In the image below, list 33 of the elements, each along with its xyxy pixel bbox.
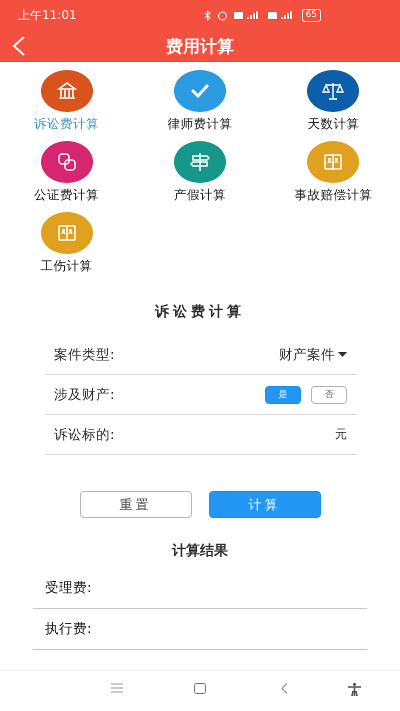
calculator-item[interactable]: 律师费计算 [133, 70, 267, 133]
result-label: 受理费: [45, 579, 92, 597]
page-title: 费用计算 [165, 36, 235, 58]
field-label: 案件类型: [54, 346, 115, 364]
calculator-item[interactable]: 产假计算 [133, 141, 267, 204]
field-label: 涉及财产: [54, 386, 115, 404]
calculator-item[interactable]: 天数计算 [266, 70, 400, 133]
battery-indicator: 65 [302, 8, 322, 22]
book-icon [58, 225, 76, 241]
field-label: 诉讼标的: [54, 426, 115, 444]
accessibility-icon[interactable] [348, 683, 361, 696]
calculator-item[interactable]: 公证费计算 [0, 141, 134, 204]
squares-icon [58, 153, 76, 171]
clock: 上午11:01 [18, 6, 77, 24]
result-label: 执行费: [45, 620, 92, 638]
results-title: 计算结果 [170, 542, 229, 560]
case-type-dropdown[interactable]: 财产案件 [279, 346, 347, 364]
calculator-item[interactable]: 事故赔偿计算 [266, 141, 400, 204]
unit-label: 元 [335, 426, 347, 443]
form-title: 诉讼费计算 [154, 303, 246, 321]
home-icon[interactable] [194, 683, 206, 694]
scales-icon [322, 82, 344, 100]
check-icon [191, 84, 208, 98]
signpost-icon [190, 152, 210, 172]
option-button[interactable]: 否 [311, 386, 347, 404]
caret-icon [338, 352, 347, 358]
menu-icon[interactable] [111, 683, 123, 693]
calculator-item[interactable]: 工伤计算 [0, 212, 134, 275]
bluetooth-icon [204, 10, 211, 20]
book-icon [324, 154, 342, 170]
bank-icon [56, 82, 78, 99]
reset-button[interactable]: 重置 [80, 491, 192, 518]
back-icon[interactable] [281, 683, 288, 694]
